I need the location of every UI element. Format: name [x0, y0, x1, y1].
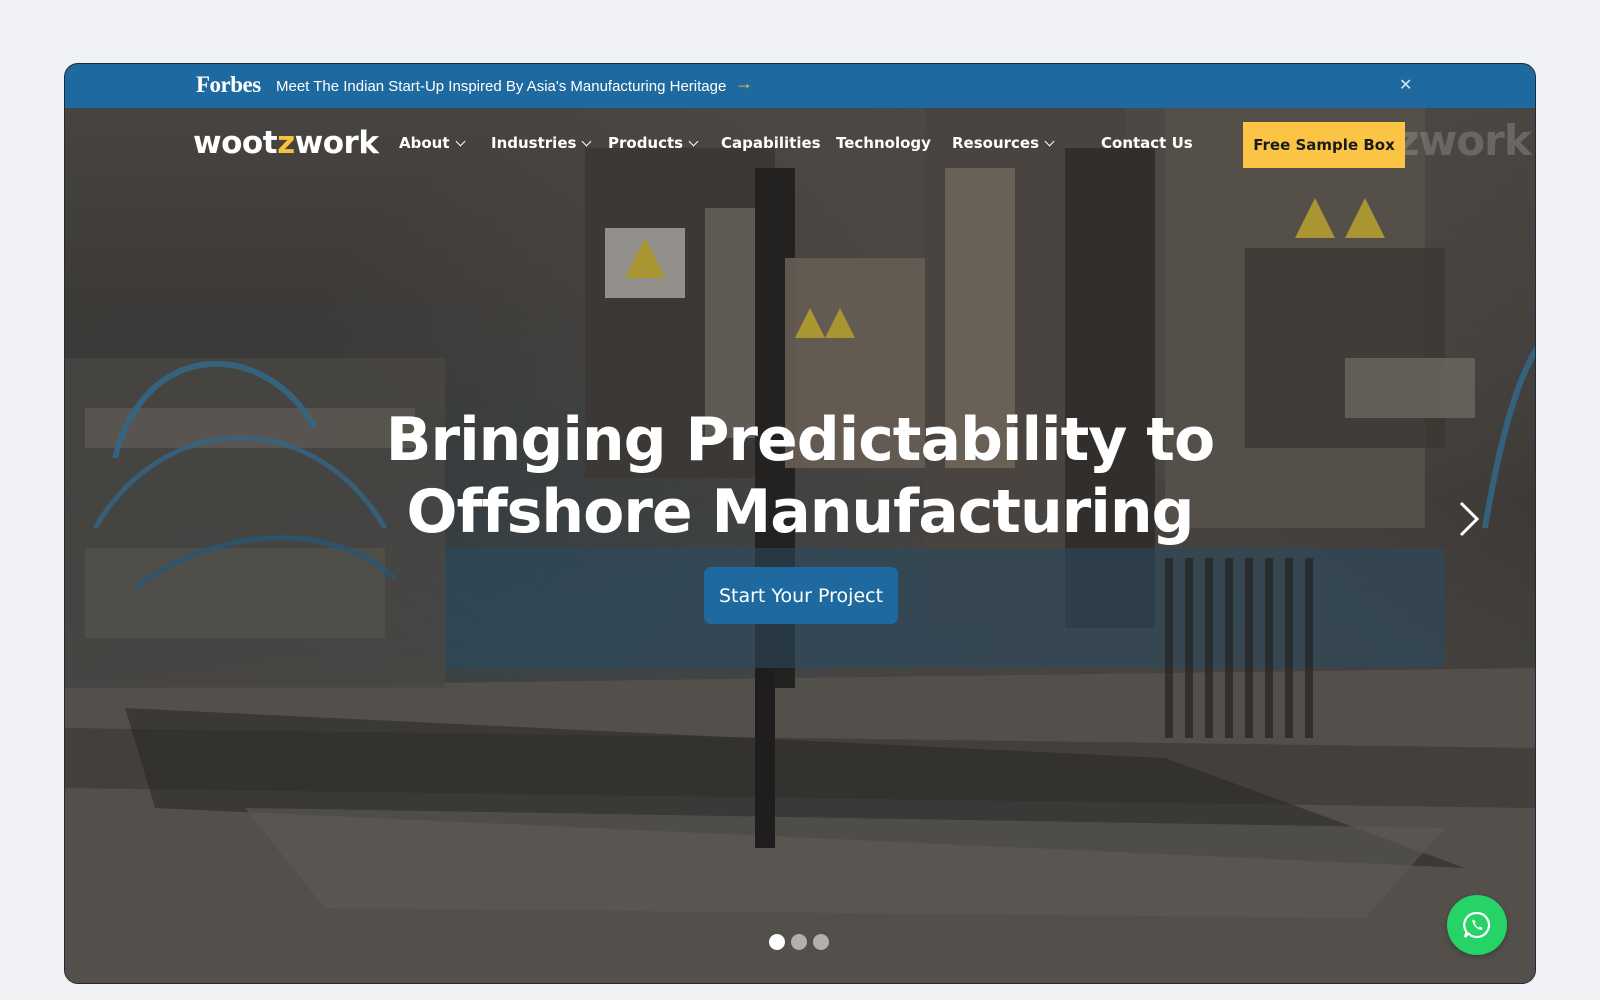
arrow-right-icon[interactable]: → — [735, 73, 753, 94]
carousel-dots — [769, 934, 829, 950]
nav-products[interactable]: Products — [608, 134, 699, 152]
nav-industries-label: Industries — [491, 134, 577, 152]
nav-products-label: Products — [608, 134, 684, 152]
chevron-down-icon — [1044, 136, 1055, 146]
hero-title-line2: Offshore Manufacturing — [406, 477, 1194, 547]
free-sample-box-button[interactable]: Free Sample Box — [1243, 122, 1405, 168]
nav-capabilities-label: Capabilities — [721, 134, 821, 152]
whatsapp-icon — [1463, 911, 1491, 939]
close-icon[interactable]: ✕ — [1399, 75, 1412, 95]
carousel-dot-3[interactable] — [813, 934, 829, 950]
hero-title: Bringing Predictability to Offshore Manu… — [65, 404, 1535, 548]
forbes-logo: Forbes — [196, 72, 261, 97]
ghost-logo: zwork — [1395, 116, 1532, 165]
carousel-dot-2[interactable] — [791, 934, 807, 950]
nav-industries[interactable]: Industries — [491, 134, 592, 152]
chevron-down-icon — [688, 136, 699, 146]
whatsapp-button[interactable] — [1447, 895, 1507, 955]
nav-contact-us[interactable]: Contact Us — [1101, 134, 1193, 152]
announcement-headline[interactable]: Meet The Indian Start-Up Inspired By Asi… — [276, 78, 726, 95]
site-header: wootzwork zwork About Industries Product… — [65, 108, 1535, 180]
nav-contact-label: Contact Us — [1101, 134, 1193, 152]
logo-text: woot — [193, 125, 278, 161]
nav-technology-label: Technology — [836, 134, 931, 152]
nav-resources[interactable]: Resources — [952, 134, 1055, 152]
chevron-down-icon — [455, 136, 465, 146]
nav-technology[interactable]: Technology — [836, 134, 931, 152]
hero-title-line1: Bringing Predictability to — [385, 405, 1215, 475]
logo-z: z — [277, 125, 295, 161]
wootzwork-logo[interactable]: wootzwork — [193, 125, 379, 161]
nav-about[interactable]: About — [399, 134, 465, 152]
browser-frame: Forbes Meet The Indian Start-Up Inspired… — [64, 63, 1536, 984]
chevron-right-icon[interactable] — [1453, 499, 1483, 539]
nav-about-label: About — [399, 134, 450, 152]
logo-text-end: work — [294, 125, 379, 161]
carousel-dot-1[interactable] — [769, 934, 785, 950]
start-your-project-button[interactable]: Start Your Project — [704, 567, 898, 624]
chevron-down-icon — [581, 136, 592, 146]
nav-capabilities[interactable]: Capabilities — [721, 134, 821, 152]
nav-resources-label: Resources — [952, 134, 1040, 152]
announcement-bar[interactable]: Forbes Meet The Indian Start-Up Inspired… — [65, 64, 1535, 108]
